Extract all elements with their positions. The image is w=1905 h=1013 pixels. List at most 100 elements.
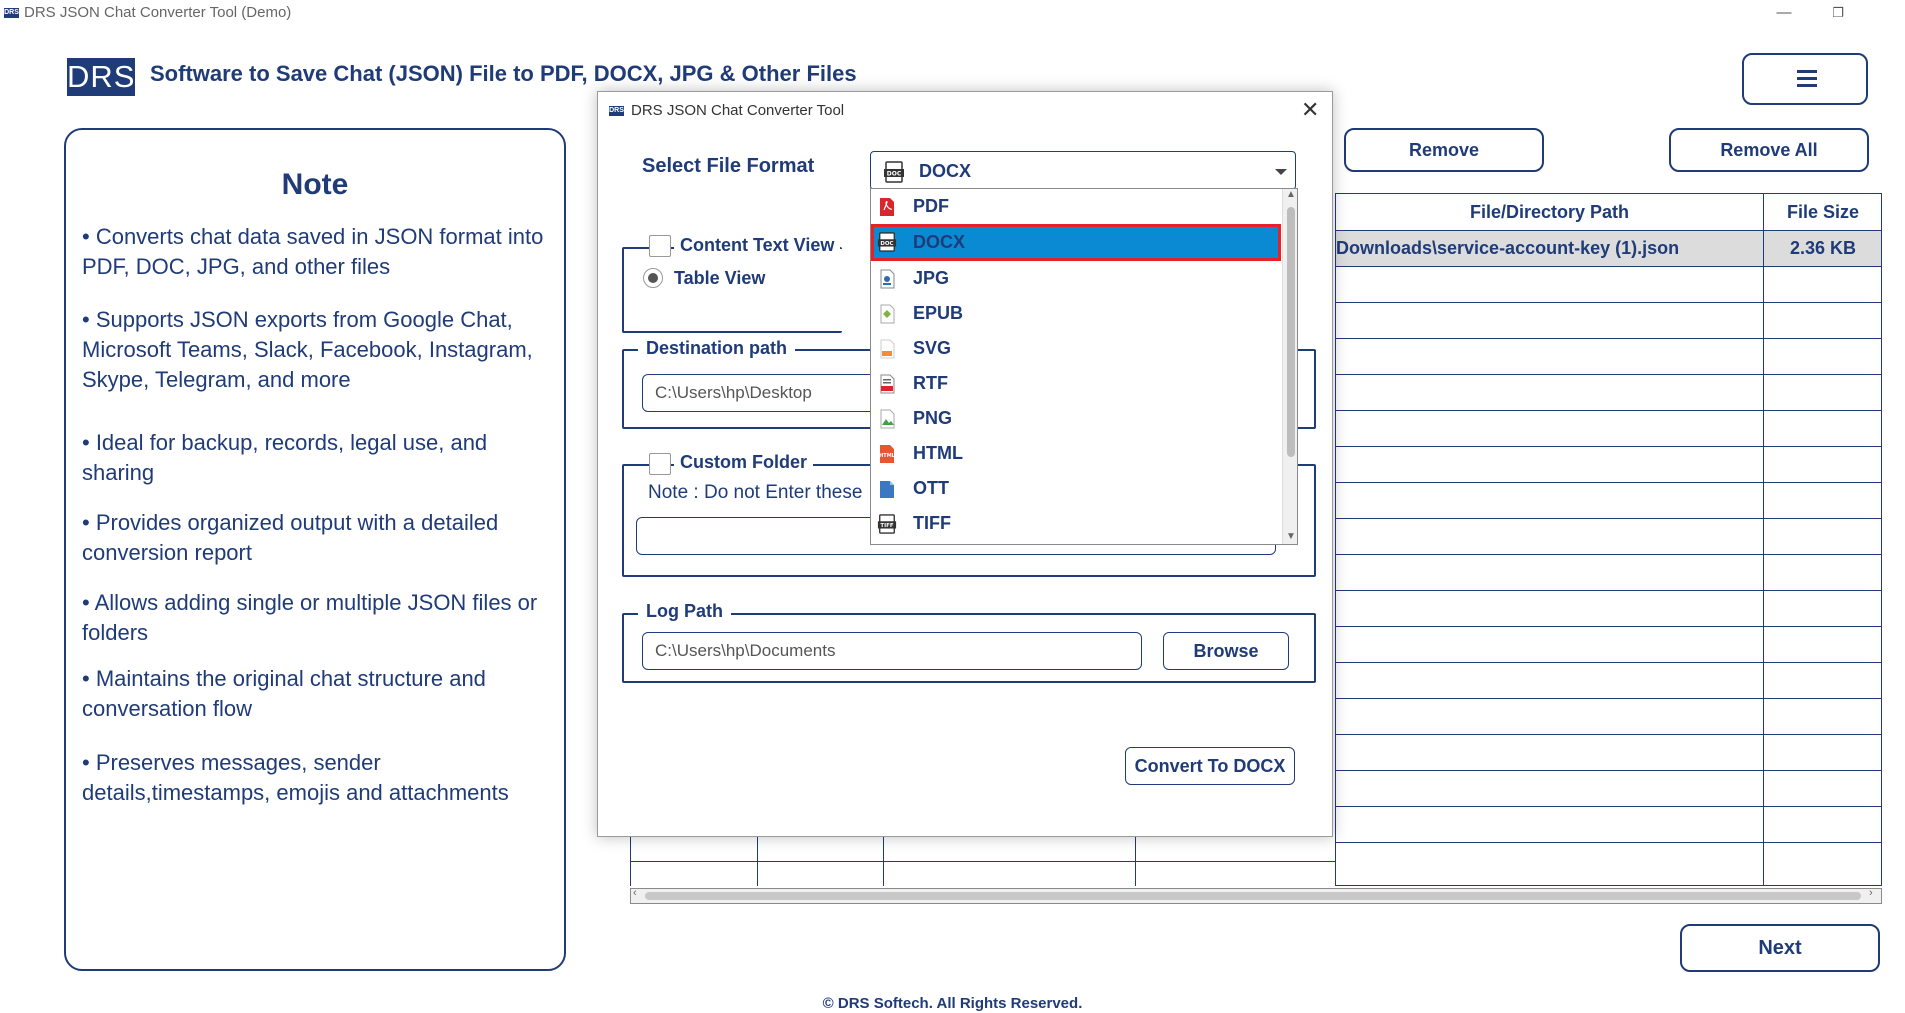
row-divider: [1336, 446, 1881, 447]
minimize-icon[interactable]: —: [1772, 2, 1796, 24]
log-path-legend: Log Path: [638, 601, 731, 622]
docx-file-icon: DOC: [883, 161, 905, 188]
epub-file-icon: [877, 304, 897, 329]
svg-text:HTML: HTML: [879, 453, 896, 459]
remove-button[interactable]: Remove: [1344, 128, 1544, 172]
file-table: File/Directory Path File Size Downloads\…: [1335, 193, 1882, 886]
page-title: Software to Save Chat (JSON) File to PDF…: [150, 61, 857, 86]
scroll-thumb[interactable]: [645, 892, 1861, 900]
rtf-file-icon: [877, 374, 897, 399]
docx-file-icon: DOC: [877, 232, 897, 257]
format-option-rtf[interactable]: RTF: [871, 366, 1281, 401]
note-item: • Allows adding single or multiple JSON …: [82, 590, 538, 645]
format-option-pdf[interactable]: PDF: [871, 189, 1281, 224]
note-title: Note: [281, 168, 349, 201]
remove-all-button[interactable]: Remove All: [1669, 128, 1869, 172]
format-option-label: OTT: [913, 478, 949, 498]
table-cell-path: Downloads\service-account-key (1).json: [1336, 238, 1680, 258]
app-logo-icon: DRS: [4, 8, 19, 18]
ott-file-icon: [877, 479, 897, 504]
note-item: • Ideal for backup, records, legal use, …: [82, 430, 488, 485]
table-cell-size: 2.36 KB: [1789, 238, 1857, 258]
row-divider: [631, 861, 1336, 862]
custom-folder-legend[interactable]: Custom Folder: [674, 452, 814, 473]
table-view-label[interactable]: Table View: [674, 268, 765, 289]
row-divider: [1336, 266, 1881, 267]
log-path-input[interactable]: C:\Users\hp\Documents: [642, 632, 1142, 670]
row-divider: [1336, 842, 1881, 843]
dialog-title: DRS JSON Chat Converter Tool: [631, 102, 845, 119]
view-options-group: [622, 247, 842, 333]
format-option-html[interactable]: HTML HTML: [871, 436, 1281, 471]
menu-icon-bar: [1797, 77, 1817, 80]
content-text-view-label[interactable]: Content Text View: [674, 235, 841, 256]
format-option-jpg[interactable]: JPG: [871, 261, 1281, 296]
format-option-docx[interactable]: DOC DOCX: [871, 224, 1281, 261]
hamburger-menu-button[interactable]: [1742, 53, 1868, 105]
format-option-label: PNG: [913, 408, 953, 428]
row-divider: [1336, 806, 1881, 807]
row-divider: [1336, 338, 1881, 339]
scroll-right-icon[interactable]: ›: [1869, 887, 1873, 899]
chevron-down-icon[interactable]: [1275, 169, 1287, 175]
note-item: • Provides organized output with a detai…: [82, 510, 499, 565]
row-divider: [1336, 770, 1881, 771]
dropdown-scrollbar[interactable]: ▲ ▼: [1282, 189, 1297, 544]
format-option-label: RTF: [913, 373, 948, 393]
window-title: DRS JSON Chat Converter Tool (Demo): [24, 4, 292, 21]
table-view-radio[interactable]: [643, 268, 663, 288]
menu-icon: [1797, 70, 1817, 73]
format-option-label: SVG: [913, 338, 952, 358]
format-option-label: PDF: [913, 196, 949, 216]
row-divider: [1336, 626, 1881, 627]
row-divider: [1336, 410, 1881, 411]
pdf-file-icon: [877, 197, 897, 222]
destination-path-legend: Destination path: [638, 338, 796, 359]
format-option-label: TIFF: [913, 513, 951, 533]
svg-file-icon: [877, 339, 897, 364]
row-divider: [1336, 734, 1881, 735]
column-header-path[interactable]: File/Directory Path: [1336, 194, 1763, 230]
horizontal-scrollbar[interactable]: ‹ ›: [630, 887, 1882, 904]
scroll-up-icon[interactable]: ▲: [1286, 189, 1296, 200]
format-option-epub[interactable]: EPUB: [871, 296, 1281, 331]
note-item: • Converts chat data saved in JSON forma…: [82, 224, 544, 279]
format-option-ott[interactable]: OTT: [871, 471, 1281, 506]
scroll-left-icon[interactable]: ‹: [633, 887, 637, 899]
svg-text:DOC: DOC: [887, 171, 902, 178]
format-option-tiff[interactable]: TIFF TIFF: [871, 506, 1281, 541]
note-item: • Preserves messages, sender details,tim…: [82, 750, 509, 805]
selected-format-value: DOCX: [919, 161, 972, 181]
browse-button[interactable]: Browse: [1163, 632, 1289, 670]
radio-selected-dot: [648, 273, 658, 283]
close-icon[interactable]: ✕: [1301, 97, 1319, 123]
content-text-view-checkbox[interactable]: [649, 235, 671, 257]
note-item: • Maintains the original chat structure …: [82, 666, 486, 721]
menu-icon-bar: [1797, 84, 1817, 87]
table-left-section: [630, 836, 1336, 886]
row-divider: [1336, 482, 1881, 483]
restore-icon[interactable]: ❐: [1826, 2, 1850, 24]
jpg-file-icon: [877, 269, 897, 294]
tiff-file-icon: TIFF: [877, 514, 897, 539]
row-divider: [1336, 554, 1881, 555]
convert-button[interactable]: Convert To DOCX: [1125, 747, 1295, 785]
scroll-down-icon[interactable]: ▼: [1286, 531, 1296, 542]
footer-copyright: © DRS Softech. All Rights Reserved.: [822, 995, 1083, 1012]
file-format-select[interactable]: DOC DOCX: [870, 151, 1296, 190]
note-item: • Supports JSON exports from Google Chat…: [82, 307, 533, 392]
format-option-label: DOCX: [913, 232, 966, 252]
next-button[interactable]: Next: [1680, 924, 1880, 972]
note-panel: Note • Converts chat data saved in JSON …: [64, 128, 566, 971]
row-divider: [1336, 374, 1881, 375]
html-file-icon: HTML: [877, 444, 897, 469]
file-format-dropdown-list[interactable]: PDF DOC DOCX JPG EPUB SVG RTF PNG HTML H…: [870, 188, 1298, 545]
custom-folder-checkbox[interactable]: [649, 453, 671, 475]
format-option-png[interactable]: PNG: [871, 401, 1281, 436]
dropdown-scroll-thumb[interactable]: [1287, 207, 1295, 457]
column-header-size[interactable]: File Size: [1763, 194, 1881, 230]
row-divider: [1336, 662, 1881, 663]
format-option-label: EPUB: [913, 303, 964, 323]
format-option-svg[interactable]: SVG: [871, 331, 1281, 366]
png-file-icon: [877, 409, 897, 434]
